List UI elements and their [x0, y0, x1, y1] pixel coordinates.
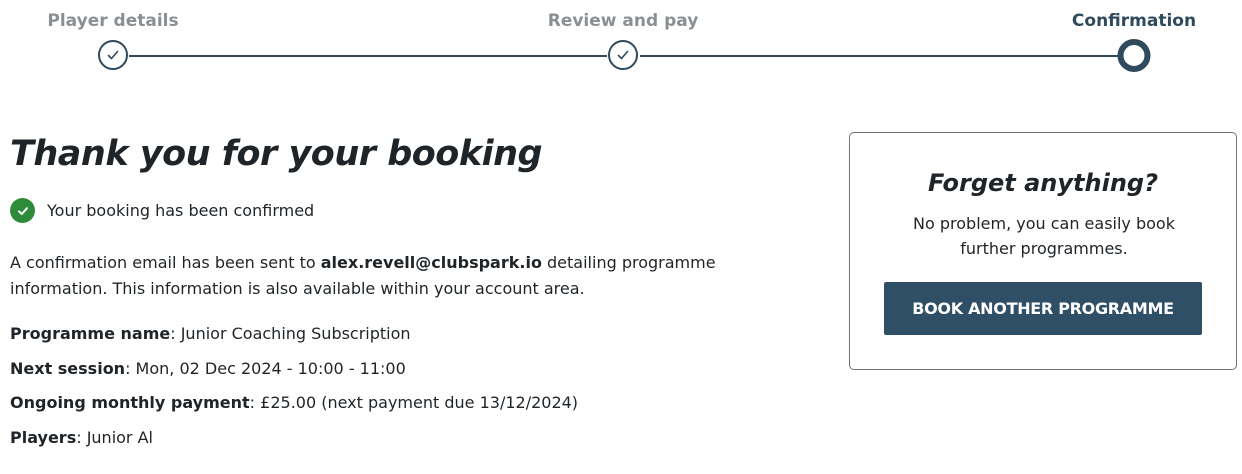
detail-next-session: Next session: Mon, 02 Dec 2024 - 10:00 -…	[10, 357, 578, 392]
detail-key: Next session	[10, 358, 126, 378]
detail-value: : Junior Coaching Subscription	[170, 324, 411, 343]
stepper-connector-2	[640, 55, 1119, 57]
card-text: No problem, you can easily book further …	[913, 214, 1175, 258]
booking-details: Programme name: Junior Coaching Subscrip…	[10, 322, 578, 460]
step-1-complete-icon	[98, 40, 128, 70]
email-intro-text: A confirmation email has been sent to	[10, 253, 321, 272]
detail-programme-name: Programme name: Junior Coaching Subscrip…	[10, 322, 578, 357]
detail-key: Players	[10, 427, 77, 447]
detail-monthly-payment: Ongoing monthly payment: £25.00 (next pa…	[10, 391, 578, 426]
step-label-player-details: Player details	[47, 11, 179, 31]
card-title: Forget anything?	[927, 169, 1159, 197]
progress-stepper: Player details Review and pay Confirmati…	[0, 0, 1242, 90]
book-another-programme-button[interactable]: BOOK ANOTHER PROGRAMME	[884, 282, 1202, 335]
confirmation-content: Thank you for your booking Your booking …	[10, 130, 790, 447]
detail-key: Ongoing monthly payment	[10, 393, 250, 412]
confirmed-text: Your booking has been confirmed	[47, 201, 315, 220]
detail-value: : £25.00 (next payment due 13/12/2024)	[249, 393, 579, 412]
detail-value: : Junior Al	[76, 427, 153, 447]
page-title: Thank you for your booking	[10, 134, 543, 174]
detail-players: Players: Junior Al	[10, 426, 578, 461]
detail-key: Programme name	[10, 324, 171, 343]
step-label-confirmation: Confirmation	[1071, 11, 1197, 31]
check-icon	[617, 50, 629, 60]
check-circle-icon	[10, 198, 35, 223]
stepper-connector-1	[129, 55, 607, 57]
step-3-current-icon	[1117, 39, 1151, 72]
booking-confirmed-status: Your booking has been confirmed	[10, 198, 314, 223]
forget-anything-card: Forget anything? No problem, you can eas…	[849, 132, 1237, 370]
check-icon	[107, 50, 119, 60]
step-label-review-and-pay: Review and pay	[547, 11, 699, 31]
user-email: alex.revell@clubspark.io	[320, 253, 542, 272]
confirmation-email-notice: A confirmation email has been sent to al…	[10, 250, 750, 302]
detail-value: : Mon, 02 Dec 2024 - 10:00 - 11:00	[125, 358, 406, 378]
step-2-complete-icon	[608, 40, 638, 70]
